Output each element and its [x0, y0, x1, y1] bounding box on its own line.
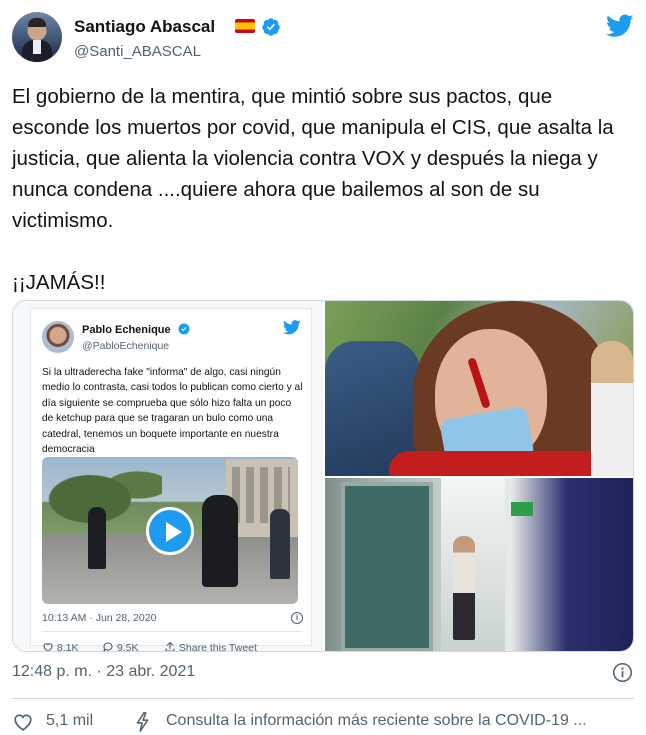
photo-bystander: [591, 341, 633, 476]
embedded-user-name: Pablo Echenique: [82, 324, 171, 336]
photo-corridor[interactable]: [325, 478, 633, 651]
video-figure: [202, 495, 238, 587]
info-icon[interactable]: [612, 662, 633, 683]
embedded-timestamp: 10:13 AM · Jun 28, 2020: [42, 612, 157, 624]
play-icon: [146, 507, 194, 555]
video-figure: [270, 509, 290, 579]
photo-exit-sign: [511, 502, 533, 516]
embedded-divider: [42, 631, 302, 632]
embedded-share-label: Share this Tweet: [178, 642, 257, 652]
like-count[interactable]: 5,1 mil: [46, 712, 93, 730]
photo-injured-woman[interactable]: [325, 301, 633, 476]
media-grid: Pablo Echenique @PabloEchenique Si la ul…: [12, 300, 634, 652]
user-name[interactable]: Santiago Abascal: [74, 17, 215, 37]
share-icon: [165, 641, 175, 651]
embedded-avatar: [42, 321, 74, 353]
embedded-tweet-text: Si la ultraderecha fake "informa" de alg…: [42, 367, 303, 456]
embedded-tweet-card: Pablo Echenique @PabloEchenique Si la ul…: [30, 308, 312, 651]
bolt-icon: [136, 712, 149, 732]
embedded-like: 8.1K: [42, 641, 79, 652]
twitter-bird-icon[interactable]: [606, 14, 634, 38]
tweet-footer: 5,1 mil Consulta la información más reci…: [12, 711, 634, 735]
heart-icon: [43, 643, 53, 651]
embedded-user-handle: @PabloEchenique: [82, 340, 170, 352]
photo-board: [341, 482, 433, 651]
tweet-text: El gobierno de la mentira, que mintió so…: [12, 85, 614, 294]
embedded-tweet-image[interactable]: Pablo Echenique @PabloEchenique Si la ul…: [13, 301, 323, 651]
embedded-video: [42, 457, 298, 604]
verified-icon: [262, 18, 280, 36]
info-icon: i: [291, 612, 303, 624]
avatar[interactable]: [12, 12, 62, 62]
spain-flag-icon: [235, 19, 255, 33]
divider: [12, 698, 634, 699]
embedded-share: Share this Tweet: [164, 641, 257, 652]
embedded-like-count: 8.1K: [56, 642, 79, 652]
reply-icon: [103, 642, 113, 651]
photo-shirt: [389, 451, 619, 476]
twitter-bird-icon: [283, 320, 301, 335]
embedded-reply-count: 9.5K: [116, 642, 139, 652]
video-figure: [88, 507, 106, 569]
user-handle[interactable]: @Santi_ABASCAL: [74, 43, 201, 60]
tweet-header: Santiago Abascal @Santi_ABASCAL: [12, 12, 634, 66]
avatar-hair: [28, 18, 46, 27]
tweet-timestamp[interactable]: 12:48 p. m. · 23 abr. 2021: [12, 663, 195, 681]
photo-person: [453, 536, 475, 640]
embedded-reply: 9.5K: [102, 641, 139, 652]
covid-info-link[interactable]: Consulta la información más reciente sob…: [166, 712, 632, 730]
heart-icon[interactable]: [12, 711, 34, 733]
avatar-shirt: [33, 40, 41, 54]
verified-icon: [178, 323, 190, 335]
